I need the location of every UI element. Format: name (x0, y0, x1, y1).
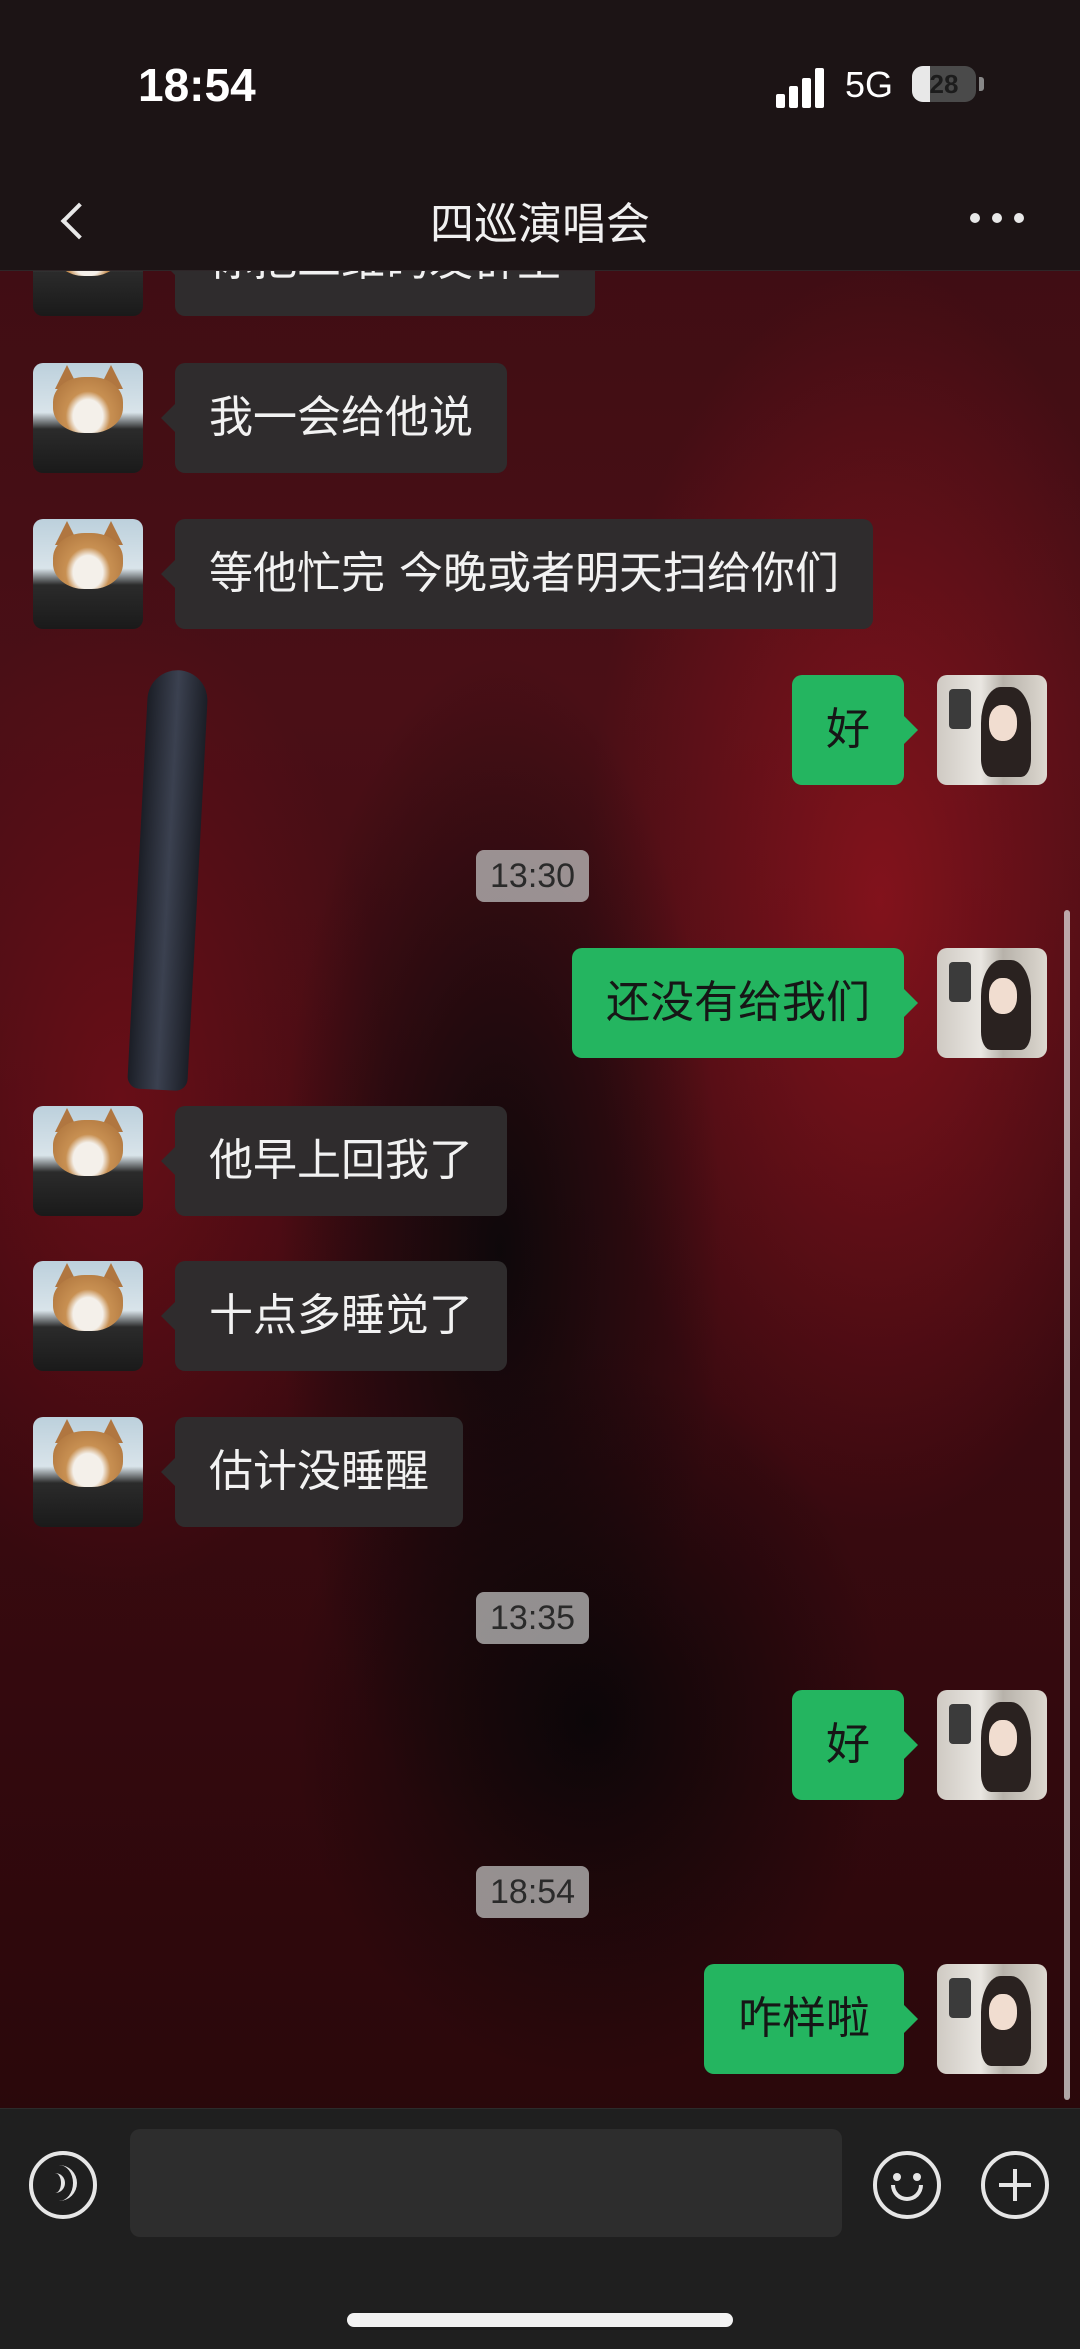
message-list[interactable]: 你把二维码发群里 我一会给他说 等他忙完 今晚或者明天扫给你们 好 13:30 … (0, 271, 1080, 2107)
battery-level: 28 (929, 69, 959, 99)
my-avatar[interactable] (937, 1964, 1047, 2074)
status-bar: 18:54 5G 28 (0, 0, 1080, 170)
my-avatar[interactable] (937, 948, 1047, 1058)
emoji-icon[interactable] (873, 2151, 941, 2219)
contact-avatar[interactable] (33, 1106, 143, 1216)
home-indicator[interactable] (347, 2313, 733, 2327)
contact-avatar[interactable] (33, 1261, 143, 1371)
incoming-message[interactable]: 估计没睡醒 (161, 1417, 463, 1527)
incoming-message[interactable]: 我一会给他说 (161, 363, 507, 473)
outgoing-message[interactable]: 好 (792, 675, 918, 785)
contact-avatar[interactable] (33, 271, 143, 316)
incoming-message[interactable]: 你把二维码发群里 (161, 271, 595, 316)
contact-avatar[interactable] (33, 1417, 143, 1527)
plus-icon[interactable] (981, 2151, 1049, 2219)
voice-icon[interactable] (29, 2151, 97, 2219)
network-type: 5G (845, 64, 894, 105)
incoming-message[interactable]: 他早上回我了 (161, 1106, 507, 1216)
timestamp: 18:54 (476, 1866, 590, 1918)
status-time: 18:54 (138, 59, 256, 111)
battery-cap (979, 77, 984, 91)
contact-avatar[interactable] (33, 363, 143, 473)
outgoing-message[interactable]: 好 (792, 1690, 918, 1800)
chat-title: 四巡演唱会 (430, 199, 650, 250)
outgoing-message[interactable]: 还没有给我们 (572, 948, 918, 1058)
contact-avatar[interactable] (33, 519, 143, 629)
timestamp: 13:35 (476, 1592, 590, 1644)
incoming-message[interactable]: 等他忙完 今晚或者明天扫给你们 (161, 519, 873, 629)
message-scrollbar[interactable] (1064, 910, 1070, 2100)
my-avatar[interactable] (937, 1690, 1047, 1800)
more-dots-icon[interactable] (970, 208, 1030, 228)
incoming-message[interactable]: 十点多睡觉了 (161, 1261, 507, 1371)
timestamp: 13:30 (476, 850, 590, 902)
outgoing-message[interactable]: 咋样啦 (704, 1964, 918, 2074)
signal-strength-icon (776, 66, 830, 108)
my-avatar[interactable] (937, 675, 1047, 785)
chat-header: 四巡演唱会 (0, 170, 1080, 271)
message-input[interactable] (130, 2129, 842, 2237)
battery-icon: 28 (912, 66, 976, 102)
